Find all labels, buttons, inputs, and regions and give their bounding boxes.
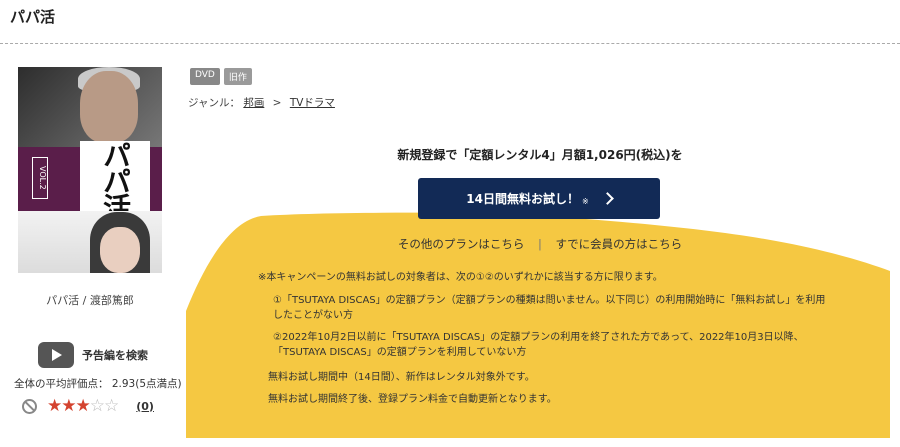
free-trial-note-mark: ※ bbox=[582, 197, 589, 206]
cover-vol-label: VOL.2 bbox=[32, 157, 48, 199]
cover-title-logo: パパ活 bbox=[80, 141, 150, 219]
rating-row: ★★★☆☆ (0) bbox=[22, 396, 172, 416]
breadcrumb-separator: > bbox=[272, 97, 282, 109]
campaign-note-condition-1: ①「TSUTAYA DISCAS」の定額プラン（定額プランの種類は問いません。以… bbox=[273, 295, 826, 321]
star-filled-icon[interactable]: ★ bbox=[47, 396, 62, 416]
star-filled-icon[interactable]: ★ bbox=[61, 396, 76, 416]
review-count-link[interactable]: (0) bbox=[136, 400, 154, 413]
campaign-note-condition-2: ②2022年10月2日以前に「TSUTAYA DISCAS」の定額プランの利用を… bbox=[273, 332, 804, 358]
star-rating[interactable]: ★★★☆☆ bbox=[47, 396, 119, 416]
free-trial-button[interactable]: 14日間無料お試し！ ※ bbox=[418, 178, 660, 219]
star-filled-icon[interactable]: ★ bbox=[76, 396, 91, 416]
campaign-note-auto-renew: 無料お試し期間終了後、登録プラン料金で自動更新となります。 bbox=[268, 394, 557, 405]
average-rating: 全体の平均評価点： 2.93(5点満点) bbox=[14, 378, 182, 390]
promo-headline: 新規登録で「定額レンタル4」月額1,026円(税込)を bbox=[397, 148, 683, 162]
format-tags: DVD 旧作 bbox=[190, 68, 252, 85]
trailer-search-label: 予告編を検索 bbox=[82, 349, 148, 362]
tag-old-release: 旧作 bbox=[223, 68, 252, 85]
trailer-search-button[interactable]: 予告編を検索 bbox=[38, 342, 148, 368]
cover-actress-face bbox=[100, 227, 140, 273]
star-empty-icon[interactable]: ☆ bbox=[90, 396, 105, 416]
other-plans-link[interactable]: その他のプランはこちら bbox=[398, 237, 525, 251]
campaign-note-intro: ※本キャンペーンの無料お試しの対象者は、次の①②のいずれかに該当する方に限ります… bbox=[258, 272, 663, 283]
chevron-right-icon bbox=[600, 192, 614, 205]
cover-image[interactable]: VOL.2 パパ活 bbox=[18, 67, 162, 273]
members-login-link[interactable]: すでに会員の方はこちら bbox=[556, 237, 683, 251]
not-interested-icon[interactable] bbox=[22, 398, 37, 414]
play-icon bbox=[38, 342, 74, 368]
breadcrumb-item-tv-drama[interactable]: TVドラマ bbox=[290, 97, 335, 109]
link-separator: | bbox=[538, 237, 542, 251]
page-title: パパ活 bbox=[10, 8, 56, 26]
cover-actor-face bbox=[80, 71, 138, 143]
title-divider bbox=[0, 43, 900, 44]
free-trial-label: 14日間無料お試し！ bbox=[466, 192, 579, 206]
breadcrumb: ジャンル： 邦画 > TVドラマ bbox=[188, 95, 335, 110]
breadcrumb-prefix: ジャンル： bbox=[188, 97, 240, 109]
breadcrumb-item-hougaku[interactable]: 邦画 bbox=[243, 97, 264, 109]
campaign-note-new-release: 無料お試し期間中（14日間）、新作はレンタル対象外です。 bbox=[268, 372, 535, 383]
star-empty-icon[interactable]: ☆ bbox=[104, 396, 119, 416]
tag-dvd: DVD bbox=[190, 68, 220, 85]
plan-links: その他のプランはこちら | すでに会員の方はこちら bbox=[190, 236, 890, 252]
cover-caption: パパ活 / 渡部篤郎 bbox=[46, 294, 134, 307]
